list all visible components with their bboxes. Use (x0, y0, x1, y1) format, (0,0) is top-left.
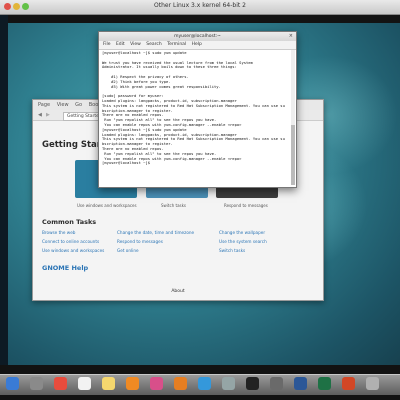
powerpoint-icon[interactable] (342, 377, 355, 390)
task-link[interactable]: Use windows and workspaces (42, 248, 104, 253)
itunes-icon[interactable] (150, 377, 163, 390)
vmware-icon[interactable] (270, 377, 283, 390)
calendar-icon[interactable] (78, 377, 91, 390)
common-tasks-heading: Common Tasks (42, 218, 97, 226)
thumb-caption: Switch tasks (161, 203, 186, 208)
menu-page[interactable]: Page (38, 100, 50, 110)
thumb-caption: Use windows and workspaces (77, 203, 137, 208)
menu-help[interactable]: Help (192, 41, 202, 49)
menu-view[interactable]: View (130, 41, 141, 49)
word-icon[interactable] (294, 377, 307, 390)
task-link[interactable]: Change the wallpaper (219, 230, 265, 235)
outer-titlebar: Other Linux 3.x kernel 64-bit 2 (0, 0, 400, 15)
photos-icon[interactable] (126, 377, 139, 390)
launchpad-icon[interactable] (30, 377, 43, 390)
excel-icon[interactable] (318, 377, 331, 390)
menu-terminal[interactable]: Terminal (167, 41, 186, 49)
task-link[interactable]: Use the system search (219, 239, 267, 244)
screen: Other Linux 3.x kernel 64-bit 2 Page Vie… (0, 0, 400, 400)
finder-icon[interactable] (6, 377, 19, 390)
task-link[interactable]: Connect to online accounts (42, 239, 99, 244)
menu-go[interactable]: Go (75, 100, 82, 110)
chrome-icon[interactable] (54, 377, 67, 390)
outer-window-title: Other Linux 3.x kernel 64-bit 2 (154, 2, 246, 9)
terminal-title: myuser@localhost:~ (174, 34, 221, 39)
trash-icon[interactable] (366, 377, 379, 390)
close-icon[interactable]: × (289, 33, 293, 40)
scrollbar[interactable] (291, 50, 295, 185)
scrollbar-thumb[interactable] (291, 125, 295, 185)
ibooks-icon[interactable] (174, 377, 187, 390)
task-link[interactable]: Respond to messages (117, 239, 163, 244)
terminal-line: [myuser@localhost ~]$ (102, 160, 153, 166)
terminal-titlebar[interactable]: myuser@localhost:~ × (99, 32, 296, 41)
menu-view[interactable]: View (57, 100, 69, 110)
gnome-help-link[interactable]: GNOME Help (42, 264, 88, 272)
task-link[interactable]: Browse the web (42, 230, 75, 235)
back-icon[interactable]: ◀ (38, 112, 42, 118)
about-link[interactable]: About (33, 289, 323, 294)
menu-edit[interactable]: Edit (116, 41, 125, 49)
task-link[interactable]: Switch tasks (219, 248, 245, 253)
terminal-menubar: File Edit View Search Terminal Help (99, 41, 296, 50)
forward-icon[interactable]: ▶ (46, 112, 50, 118)
thumb-caption: Respond to messages (224, 203, 268, 208)
app-store-icon[interactable] (198, 377, 211, 390)
terminal-icon[interactable] (246, 377, 259, 390)
terminal-window: myuser@localhost:~ × File Edit View Sear… (98, 31, 297, 188)
tab-label: Getting Started (67, 114, 102, 119)
task-link[interactable]: Change the date, time and timezone (117, 230, 194, 235)
menu-search[interactable]: Search (146, 41, 161, 49)
gnome-top-bar (8, 15, 400, 23)
terminal-output[interactable]: [myuser@localhost ~]$ sudo yum update We… (102, 51, 290, 183)
menu-file[interactable]: File (103, 41, 111, 49)
notes-icon[interactable] (102, 377, 115, 390)
task-link[interactable]: Get online (117, 248, 139, 253)
preferences-icon[interactable] (222, 377, 235, 390)
